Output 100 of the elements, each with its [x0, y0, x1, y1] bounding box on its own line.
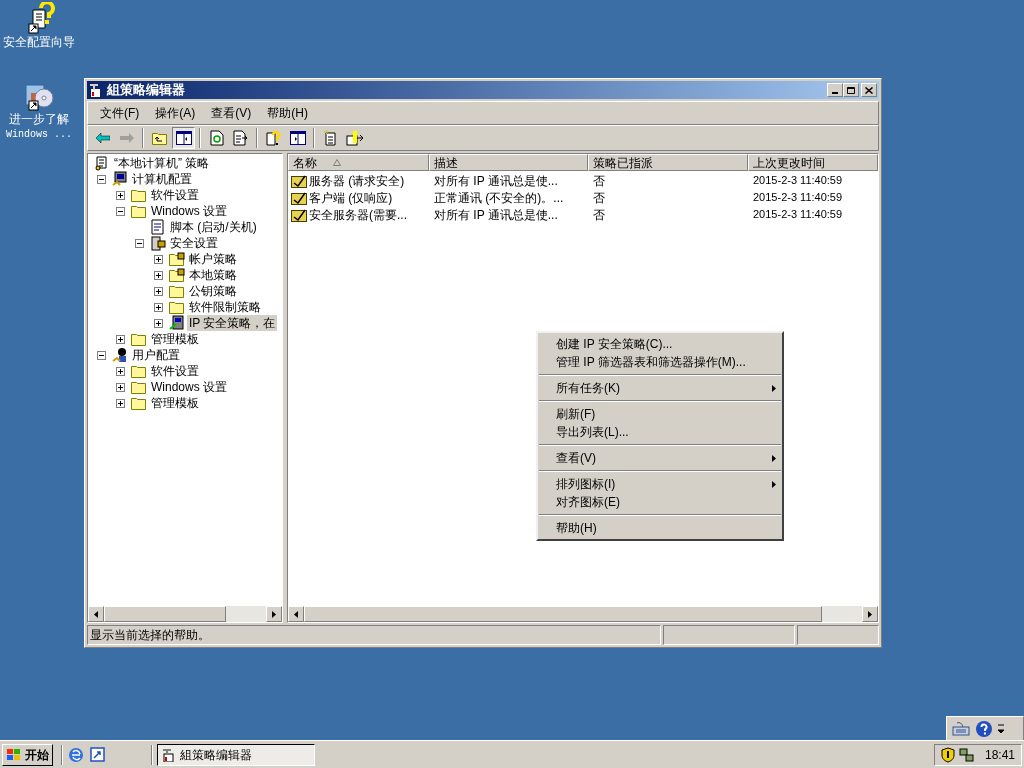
- tree-item[interactable]: 公钥策略: [187, 283, 239, 299]
- network-icon[interactable]: [958, 746, 975, 763]
- tree-item[interactable]: 计算机配置: [130, 171, 194, 187]
- import-icon: [345, 130, 364, 146]
- menu-item[interactable]: 所有任务(K): [538, 379, 782, 397]
- desktop-icon-label[interactable]: 进一步了解: [9, 113, 69, 126]
- menu-item[interactable]: 查看(V): [203, 104, 260, 122]
- column-header[interactable]: 策略已指派: [588, 154, 748, 171]
- menu-item[interactable]: 帮助(H): [538, 519, 782, 537]
- tree-item[interactable]: 软件设置: [149, 363, 201, 379]
- scroll-right-button[interactable]: [266, 606, 282, 622]
- table-cell[interactable]: 客户端 (仅响应): [309, 188, 393, 207]
- submenu-arrow-icon: [772, 384, 776, 392]
- expand-icon[interactable]: [116, 366, 125, 376]
- menu-item[interactable]: 查看(V): [538, 449, 782, 467]
- minimize-button[interactable]: [827, 83, 843, 97]
- collapse-icon[interactable]: [97, 350, 106, 360]
- menu-item[interactable]: 刷新(F): [538, 405, 782, 423]
- expand-icon[interactable]: [154, 270, 163, 280]
- expand-icon[interactable]: [116, 398, 125, 408]
- expand-icon[interactable]: [154, 286, 163, 296]
- table-cell[interactable]: 服务器 (请求安全): [309, 171, 405, 190]
- scroll-thumb[interactable]: [104, 606, 226, 622]
- table-cell-text: 对所有 IP 通讯总是使...: [433, 206, 559, 224]
- tree-item[interactable]: 软件设置: [149, 187, 201, 203]
- tree-item[interactable]: “本地计算机” 策略: [112, 155, 212, 171]
- submenu-arrow-icon: [772, 480, 776, 488]
- tree-item[interactable]: 帐户策略: [187, 251, 239, 267]
- table-cell-text: 正常通讯 (不安全的)。...: [433, 189, 565, 207]
- status-text: 显示当前选择的帮助。: [87, 625, 661, 645]
- left-arrow-icon: [294, 610, 298, 618]
- menu-item[interactable]: 排列图标(I): [538, 475, 782, 493]
- table-cell[interactable]: 安全服务器(需要...: [309, 205, 407, 224]
- menu-item[interactable]: 导出列表(L)...: [538, 423, 782, 441]
- collapse-icon[interactable]: [116, 206, 125, 216]
- collapse-icon[interactable]: [135, 238, 144, 248]
- tree-item[interactable]: 安全设置: [168, 235, 220, 251]
- menu-item[interactable]: 操作(A): [147, 104, 204, 122]
- scroll-left-button[interactable]: [288, 606, 304, 622]
- folder-icon: [169, 300, 185, 314]
- folder-icon: [131, 364, 147, 378]
- windows-flag-icon: [6, 747, 22, 762]
- tree-item[interactable]: 管理模板: [149, 395, 201, 411]
- collapse-icon[interactable]: [97, 174, 106, 184]
- start-button[interactable]: 开始: [2, 743, 53, 766]
- submenu-arrow-icon: [772, 454, 776, 462]
- menu-item[interactable]: 对齐图标(E): [538, 493, 782, 511]
- back-arrow-icon: [95, 133, 110, 143]
- taskbar-button[interactable]: 組策略编辑器: [157, 743, 315, 766]
- help-icon[interactable]: [975, 719, 993, 738]
- right-arrow-icon: [868, 610, 872, 618]
- tree-item[interactable]: 本地策略: [187, 267, 239, 283]
- computer-icon: [112, 171, 128, 187]
- menu-item[interactable]: 文件(F): [92, 104, 148, 122]
- expand-icon[interactable]: [116, 382, 125, 392]
- expand-icon[interactable]: [154, 254, 163, 264]
- tree-item[interactable]: Windows 设置: [149, 203, 229, 219]
- toolbar-button[interactable]: [172, 127, 195, 149]
- document-icon: [150, 219, 166, 235]
- scroll-thumb[interactable]: [304, 606, 822, 622]
- close-button[interactable]: [861, 83, 877, 97]
- shield-icon[interactable]: [940, 746, 955, 763]
- expand-icon[interactable]: [154, 318, 163, 328]
- close-icon: [865, 86, 873, 94]
- expand-icon[interactable]: [154, 302, 163, 312]
- keyboard-icon[interactable]: [951, 720, 971, 737]
- tree-item[interactable]: Windows 设置: [149, 379, 229, 395]
- tree-item[interactable]: IP 安全策略，在: [187, 315, 278, 331]
- expand-icon[interactable]: [116, 190, 125, 200]
- column-header[interactable]: 名称: [288, 154, 429, 171]
- desktop-icon-label[interactable]: 安全配置向导: [3, 36, 75, 49]
- column-header[interactable]: 上次更改时间: [748, 154, 878, 171]
- clock[interactable]: 18:41: [984, 745, 1015, 764]
- expand-icon[interactable]: [116, 334, 125, 344]
- table-cell-text: 2015-2-3 11:40:59: [752, 207, 844, 223]
- tree-item[interactable]: 用户配置: [130, 347, 182, 363]
- maximize-icon: [847, 86, 855, 94]
- table-cell-text: 否: [592, 206, 606, 224]
- menu-item[interactable]: 创建 IP 安全策略(C)...: [538, 335, 782, 353]
- column-header[interactable]: 描述: [429, 154, 588, 171]
- menu-item[interactable]: 管理 IP 筛选器表和筛选器操作(M)...: [538, 353, 782, 371]
- globe-e-icon[interactable]: [67, 745, 85, 764]
- tree-item[interactable]: 脚本 (启动/关机): [168, 219, 259, 235]
- options-arrow-icon[interactable]: [997, 721, 1005, 736]
- desktop-icon-label[interactable]: Windows ...: [6, 128, 72, 141]
- table-cell-text: 2015-2-3 11:40:59: [752, 190, 844, 206]
- tree-item[interactable]: 管理模板: [149, 331, 201, 347]
- folder-icon: [131, 396, 147, 410]
- desktop-shortcut-icon[interactable]: [89, 745, 107, 764]
- maximize-button[interactable]: [843, 83, 859, 97]
- folder-up-icon: [151, 131, 168, 145]
- help-icon: [265, 130, 282, 146]
- window-title: 組策略编辑器: [107, 81, 186, 100]
- scroll-left-button[interactable]: [88, 606, 104, 622]
- tree-item[interactable]: 软件限制策略: [187, 299, 263, 315]
- policy-icon: [291, 207, 307, 222]
- policy-icon: [291, 190, 307, 205]
- menu-item[interactable]: 帮助(H): [259, 104, 316, 122]
- left-arrow-icon: [94, 610, 98, 618]
- scroll-right-button[interactable]: [862, 606, 878, 622]
